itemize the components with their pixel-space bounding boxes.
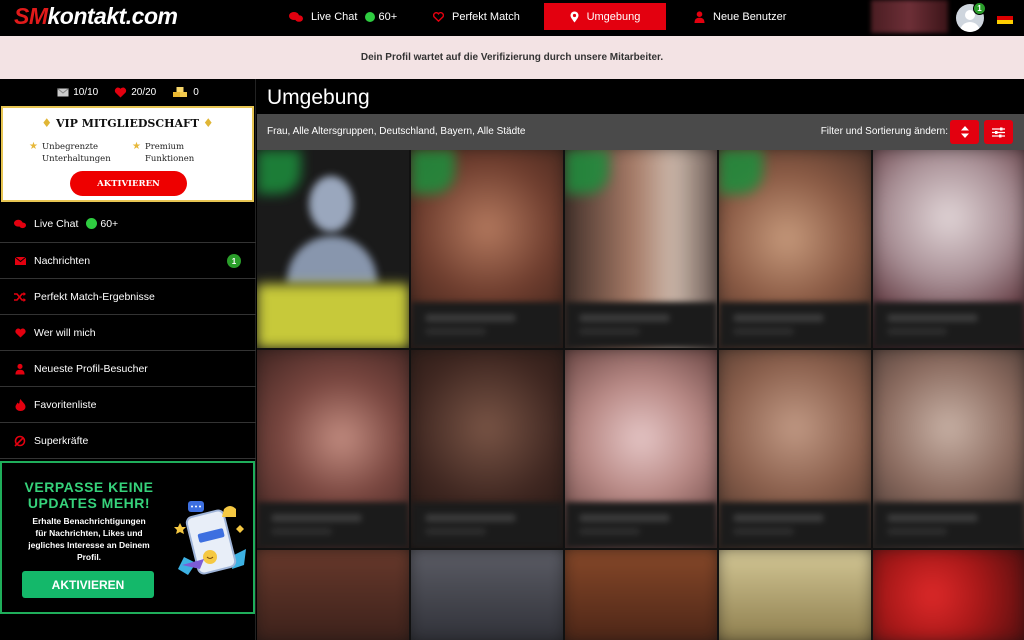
heart-outline-icon [433, 11, 444, 22]
page-title: Umgebung [267, 86, 370, 109]
german-flag-icon[interactable] [997, 12, 1013, 24]
coins-count: 0 [193, 86, 199, 98]
sliders-icon [992, 127, 1005, 137]
main-content: Umgebung Frau, Alle Altersgruppen, Deuts… [257, 79, 1024, 640]
notification-badge: 1 [973, 2, 986, 15]
messages-stat: 10/10 [57, 87, 98, 98]
sidebar-item-label: Live Chat [34, 217, 79, 230]
nav-umgebung-label: Umgebung [586, 10, 641, 23]
profile-card[interactable] [873, 350, 1024, 548]
coins-stat: 0 [172, 86, 199, 98]
sidebar-item-nachrichten[interactable]: Nachrichten 1 [0, 243, 256, 279]
heart-icon [115, 87, 127, 97]
nav-perfekt-match[interactable]: Perfekt Match [423, 3, 530, 30]
nav-umgebung[interactable]: Umgebung [544, 3, 666, 30]
vip-feature-premium: ★ Premium Funktionen [132, 141, 195, 164]
filter-settings-button[interactable] [984, 120, 1013, 144]
envelope-icon [14, 256, 26, 265]
live-chat-count: 60+ [378, 10, 398, 23]
nav-neue-benutzer[interactable]: Neue Benutzer [684, 3, 796, 30]
profile-card[interactable] [411, 350, 563, 548]
shuffle-icon [14, 291, 26, 302]
chat-bubbles-icon [289, 11, 303, 22]
envelope-icon [57, 87, 70, 96]
nav-live-chat[interactable]: Live Chat 60+ [279, 3, 407, 30]
promo-activate-button[interactable]: AKTIVIEREN [22, 571, 154, 598]
profile-grid [257, 150, 1024, 640]
verification-notice: Dein Profil wartet auf die Verifizierung… [0, 36, 1024, 79]
nav-perfekt-match-label: Perfekt Match [452, 10, 520, 23]
profile-card[interactable] [257, 550, 409, 640]
profile-card[interactable] [719, 550, 871, 640]
sidebar-item-wer-will-mich[interactable]: Wer will mich [0, 315, 256, 351]
filter-label: Filter und Sortierung ändern: [820, 126, 948, 137]
phone-notification-illustration [174, 501, 246, 575]
map-pin-icon [570, 11, 579, 22]
diamond-icon: ♦ [41, 116, 53, 130]
star-icon: ★ [132, 141, 141, 152]
messages-count: 10/10 [73, 86, 99, 98]
sidebar-item-live-chat[interactable]: Live Chat 60+ [0, 205, 256, 243]
sidebar-item-label: Nachrichten [34, 254, 91, 267]
sidebar-menu: Live Chat 60+ Nachrichten 1 Perfekt Matc… [0, 205, 256, 459]
promo-title: VERPASSE KEINE UPDATES MEHR! [24, 479, 154, 511]
profile-card[interactable] [411, 550, 563, 640]
sort-icon [960, 126, 969, 138]
online-indicator [86, 218, 98, 229]
sidebar: 10/10 20/20 0 ♦ VIP MITGLIEDSCHAFT ♦ ★ U… [0, 79, 256, 640]
vip-title: ♦ VIP MITGLIEDSCHAFT ♦ [41, 116, 214, 130]
heart-icon [14, 328, 26, 338]
sidebar-item-label: Neueste Profil-Besucher [34, 362, 148, 375]
user-icon [694, 10, 705, 23]
nav-neue-benutzer-label: Neue Benutzer [713, 10, 787, 23]
profile-card[interactable] [565, 350, 717, 548]
notifications-promo: VERPASSE KEINE UPDATES MEHR! Erhalte Bena… [0, 461, 255, 614]
profile-card[interactable] [565, 150, 717, 348]
profile-card[interactable] [719, 150, 871, 348]
live-chat-count: 60+ [100, 217, 119, 230]
site-logo[interactable]: SMkontakt.com [14, 3, 178, 30]
nav-live-chat-label: Live Chat [311, 10, 358, 23]
vip-membership-card: ♦ VIP MITGLIEDSCHAFT ♦ ★ Unbegrenzte Unte… [1, 106, 254, 202]
sidebar-item-label: Wer will mich [34, 326, 96, 339]
coins-icon [173, 87, 188, 97]
profile-card[interactable] [873, 150, 1024, 348]
filter-summary: Frau, Alle Altersgruppen, Deutschland, B… [267, 126, 526, 137]
sidebar-item-label: Favoritenliste [34, 398, 97, 411]
profile-card[interactable] [411, 150, 563, 348]
sidebar-item-label: Superkräfte [34, 434, 89, 447]
likes-stat: 20/20 [114, 87, 156, 98]
star-icon: ★ [29, 141, 38, 152]
chat-bubbles-icon [14, 219, 26, 228]
profile-card[interactable] [719, 350, 871, 548]
account-stats: 10/10 20/20 0 [0, 79, 256, 105]
sidebar-item-label: Perfekt Match-Ergebnisse [34, 290, 155, 303]
vip-feature-conversations: ★ Unbegrenzte Unterhaltungen [29, 141, 111, 164]
vip-activate-button[interactable]: AKTIVIEREN [70, 171, 187, 196]
sidebar-item-favoritenliste[interactable]: Favoritenliste [0, 387, 256, 423]
diamond-icon: ♦ [202, 116, 214, 130]
blurred-profile-thumbnail[interactable] [871, 0, 948, 33]
filter-bar: Frau, Alle Altersgruppen, Deutschland, B… [257, 114, 1024, 150]
profile-card[interactable] [873, 550, 1024, 640]
profile-card[interactable] [257, 150, 409, 348]
top-bar: SMkontakt.com Live Chat 60+ Perfekt Matc… [0, 0, 1024, 36]
sidebar-item-profil-besucher[interactable]: Neueste Profil-Besucher [0, 351, 256, 387]
sidebar-item-perfekt-match-ergebnisse[interactable]: Perfekt Match-Ergebnisse [0, 279, 256, 315]
superpower-icon [14, 435, 26, 447]
fire-icon [15, 398, 25, 411]
user-icon [15, 363, 25, 374]
unread-badge: 1 [227, 254, 241, 268]
profile-card[interactable] [257, 350, 409, 548]
promo-description: Erhalte Benachrichtigungen für Nachrichte… [28, 516, 150, 562]
online-indicator [365, 11, 376, 22]
profile-card[interactable] [565, 550, 717, 640]
sidebar-item-superkraefte[interactable]: Superkräfte [0, 423, 256, 459]
sort-button[interactable] [950, 120, 979, 144]
likes-count: 20/20 [131, 86, 157, 98]
